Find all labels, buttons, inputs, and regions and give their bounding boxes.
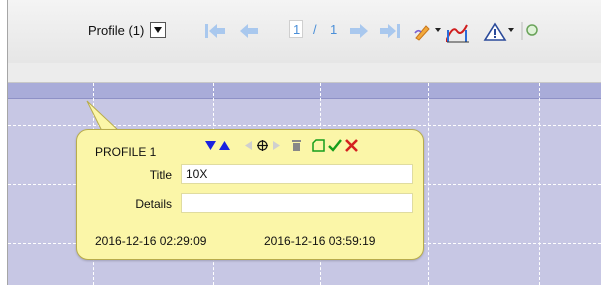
check-icon[interactable]	[328, 138, 342, 152]
trash-icon[interactable]	[291, 139, 302, 152]
start-timestamp: 2016-12-16 02:29:09	[95, 234, 207, 248]
arrow-left-icon[interactable]	[244, 140, 253, 151]
end-timestamp: 2016-12-16 03:59:19	[264, 234, 376, 248]
details-field[interactable]	[181, 193, 413, 213]
arrow-up-icon[interactable]	[219, 140, 230, 151]
callout-title: PROFILE 1	[95, 145, 157, 159]
title-field-label: Title	[149, 168, 172, 182]
arrow-right-icon[interactable]	[272, 140, 281, 151]
details-field-label: Details	[135, 197, 172, 211]
close-icon[interactable]	[345, 138, 358, 152]
crosshair-icon[interactable]	[256, 139, 269, 152]
profile-callout: PROFILE 1 Title Details 2016-12-16 02:29…	[76, 129, 424, 260]
callout-toolbar	[205, 136, 358, 154]
copy-icon[interactable]	[312, 138, 325, 152]
arrow-down-icon[interactable]	[205, 140, 216, 151]
title-field[interactable]	[181, 164, 413, 184]
